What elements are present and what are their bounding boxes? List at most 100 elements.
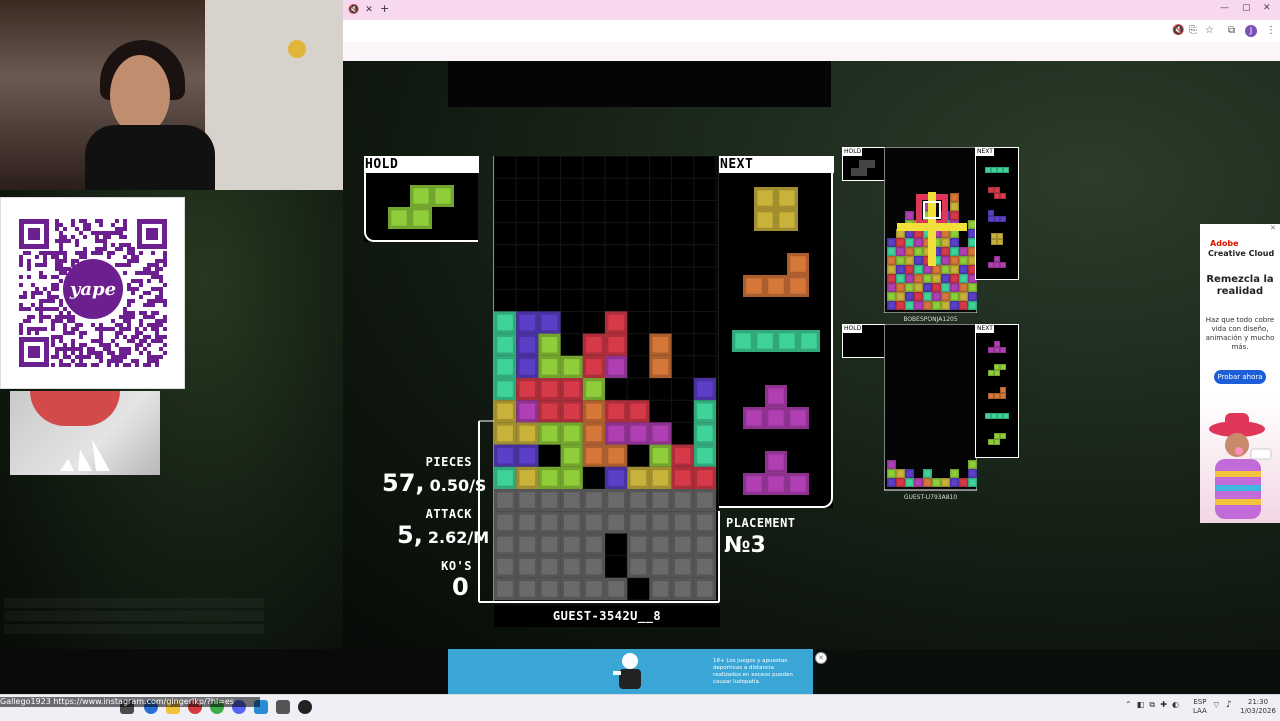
qr-module bbox=[151, 303, 155, 307]
board-cell bbox=[516, 577, 539, 600]
qr-module bbox=[151, 323, 155, 327]
obs-icon[interactable] bbox=[298, 700, 312, 714]
system-tray[interactable]: ⌃ ◧ ⧉ ✚ ◐ bbox=[1125, 700, 1179, 710]
taskbar-clock[interactable]: 21:30 1/03/2026 bbox=[1240, 698, 1276, 716]
chat-line-1 bbox=[4, 598, 264, 608]
opponent-next-mino bbox=[988, 347, 994, 353]
maximize-button[interactable]: ▢ bbox=[1242, 3, 1251, 13]
opponent-board-cell bbox=[941, 292, 950, 301]
opponent-1-hold-piece bbox=[851, 160, 875, 176]
qr-module bbox=[55, 319, 59, 323]
board-cell bbox=[693, 400, 716, 423]
qr-module bbox=[163, 343, 167, 347]
notes-icon[interactable] bbox=[276, 700, 290, 714]
volume-icon[interactable]: ♪ bbox=[1226, 700, 1232, 710]
opponent-board-cell bbox=[914, 478, 923, 487]
qr-module bbox=[107, 327, 111, 331]
board-cell bbox=[494, 489, 517, 512]
qr-module bbox=[87, 227, 91, 231]
opponent-next-mino bbox=[988, 210, 994, 216]
qr-module bbox=[39, 251, 43, 255]
qr-module bbox=[99, 359, 103, 363]
translate-icon[interactable]: ⎘ bbox=[1189, 25, 1197, 36]
board-cell bbox=[494, 555, 517, 578]
opponent-next-mino bbox=[1000, 347, 1006, 353]
board-cell bbox=[516, 311, 539, 334]
board-cell bbox=[671, 466, 694, 489]
mute-icon[interactable]: 🔇 bbox=[1172, 25, 1184, 36]
qr-module bbox=[91, 351, 95, 355]
qr-module bbox=[135, 359, 139, 363]
qr-module bbox=[131, 299, 135, 303]
qr-module bbox=[123, 307, 127, 311]
qr-module bbox=[83, 223, 87, 227]
webcam-wall bbox=[205, 0, 343, 190]
qr-module bbox=[155, 259, 159, 263]
opponent-next-mino bbox=[997, 233, 1003, 239]
ad-close-button[interactable]: ✕ bbox=[1270, 224, 1276, 232]
qr-module bbox=[127, 263, 131, 267]
qr-module bbox=[51, 299, 55, 303]
qr-module bbox=[103, 327, 107, 331]
opponent-next-mino bbox=[1000, 193, 1006, 199]
qr-module bbox=[63, 355, 67, 359]
board-cell bbox=[649, 333, 672, 356]
bookmark-star-icon[interactable]: ☆ bbox=[1205, 25, 1214, 36]
qr-module bbox=[79, 363, 83, 367]
qr-module bbox=[39, 315, 43, 319]
opponent-board-cell bbox=[923, 274, 932, 283]
qr-module bbox=[87, 355, 91, 359]
qr-module bbox=[159, 323, 163, 327]
ad-cta-button[interactable]: Probar ahora bbox=[1214, 370, 1266, 384]
board-cell bbox=[516, 378, 539, 401]
qr-module bbox=[131, 335, 135, 339]
qr-module bbox=[27, 259, 31, 263]
qr-module bbox=[43, 255, 47, 259]
qr-module bbox=[51, 287, 55, 291]
menu-kebab-icon[interactable]: ⋮ bbox=[1266, 25, 1276, 36]
qr-module bbox=[35, 331, 39, 335]
board-cell bbox=[605, 489, 628, 512]
ad-brand-product: Creative Cloud bbox=[1208, 249, 1275, 258]
next-mino bbox=[765, 407, 787, 429]
qr-module bbox=[147, 355, 151, 359]
qr-module bbox=[51, 363, 55, 367]
qr-module bbox=[91, 231, 95, 235]
opponent-next-mino bbox=[1003, 413, 1009, 419]
qr-module bbox=[111, 319, 115, 323]
board-cell bbox=[494, 422, 517, 445]
board-cell bbox=[649, 533, 672, 556]
browser-tab[interactable]: 🔇 ✕ bbox=[348, 2, 378, 18]
new-tab-button[interactable]: + bbox=[380, 2, 389, 15]
qr-module bbox=[67, 319, 71, 323]
qr-module bbox=[151, 251, 155, 255]
pieces-label: PIECES bbox=[425, 455, 472, 469]
opponent-board-cell bbox=[914, 238, 923, 247]
qr-module bbox=[139, 311, 143, 315]
qr-module bbox=[119, 347, 123, 351]
muted-tab-icon: 🔇 bbox=[348, 5, 360, 15]
adobe-ad[interactable]: Adobe Creative Cloud ✕ Remezcla la reali… bbox=[1200, 224, 1280, 523]
close-window-button[interactable]: ✕ bbox=[1263, 3, 1271, 13]
bottom-ad-close-button[interactable]: ✕ bbox=[815, 652, 827, 664]
extensions-icon[interactable]: ⧉ bbox=[1228, 25, 1235, 36]
qr-module bbox=[55, 227, 59, 231]
qr-module bbox=[27, 263, 31, 267]
qr-module bbox=[71, 347, 75, 351]
opponent-board-cell bbox=[959, 265, 968, 274]
qr-module bbox=[139, 251, 143, 255]
qr-module bbox=[75, 239, 79, 243]
hold-piece bbox=[388, 185, 454, 229]
bottom-banner-ad[interactable]: 18+ Los juegos y apuestas deportivas a d… bbox=[448, 649, 813, 694]
qr-module bbox=[63, 239, 67, 243]
qr-module bbox=[71, 223, 75, 227]
profile-avatar[interactable]: J bbox=[1245, 25, 1257, 37]
qr-module bbox=[139, 339, 143, 343]
minimize-button[interactable]: — bbox=[1220, 3, 1229, 13]
qr-module bbox=[163, 315, 167, 319]
network-icon[interactable]: ⌔ bbox=[1212, 700, 1220, 711]
qr-module bbox=[115, 359, 119, 363]
tab-close-button[interactable]: ✕ bbox=[365, 5, 373, 15]
language-indicator[interactable]: ESP LAA bbox=[1193, 698, 1207, 716]
qr-module bbox=[39, 275, 43, 279]
